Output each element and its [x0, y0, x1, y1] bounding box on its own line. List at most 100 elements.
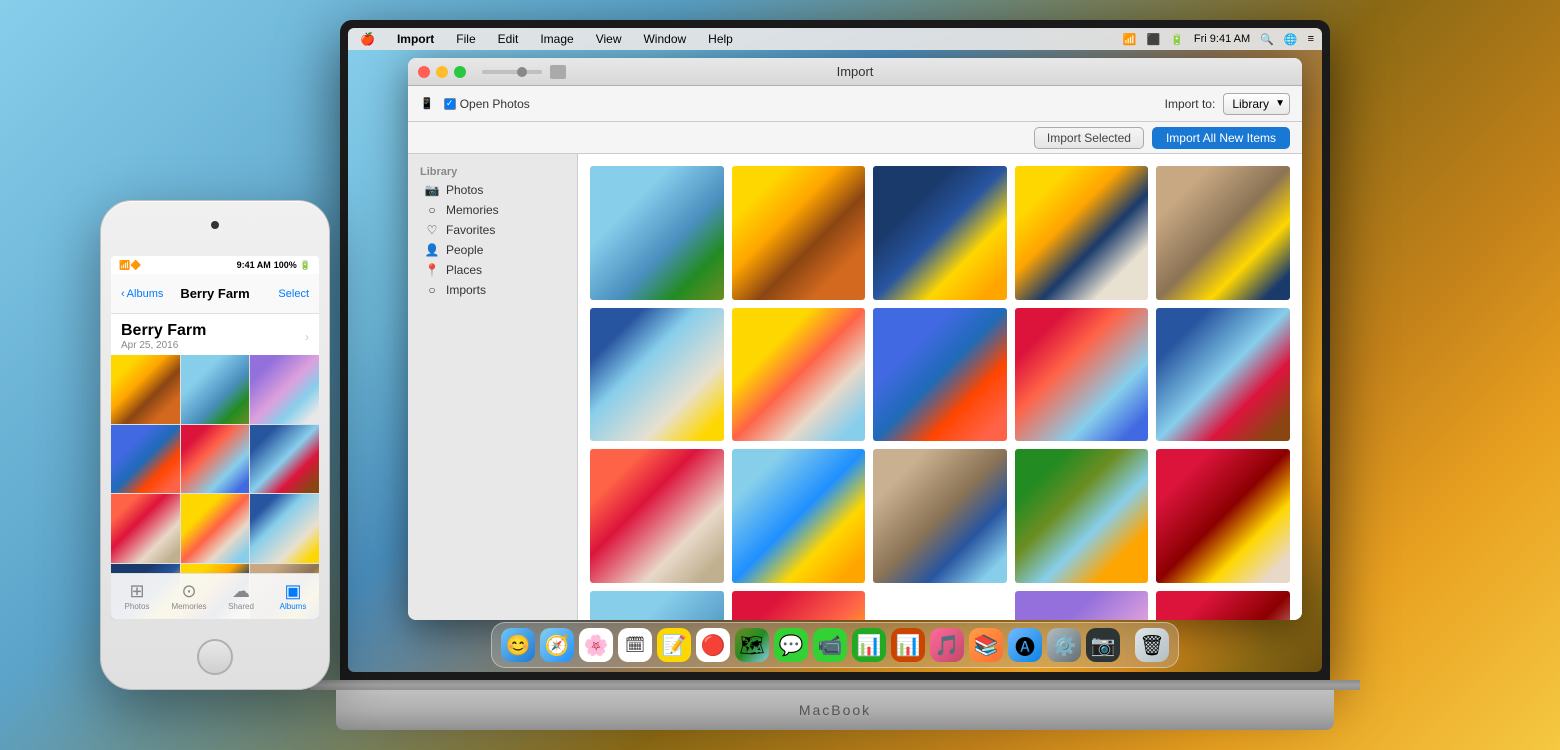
photo-cell[interactable]	[1156, 166, 1290, 300]
dock-icon-numbers[interactable]: 📊	[851, 627, 887, 663]
ios-photo-cell[interactable]	[181, 494, 250, 563]
notification-icon[interactable]: ≡	[1308, 33, 1314, 45]
zoom-slider[interactable]	[482, 70, 542, 74]
dock-icon-keynote[interactable]: 📊	[890, 627, 926, 663]
dock-icon-notes[interactable]: 📝	[656, 627, 692, 663]
dropdown-arrow: ▼	[1275, 98, 1285, 109]
photo-cell[interactable]	[590, 166, 724, 300]
dock-icon-itunes[interactable]: 🎵	[929, 627, 965, 663]
dock-icon-calendar[interactable]: 🗓	[617, 627, 653, 663]
photo-cell[interactable]	[1015, 166, 1149, 300]
ios-photo-cell[interactable]	[250, 355, 319, 424]
sidebar-item-favorites-label: Favorites	[446, 223, 495, 237]
ios-photo-cell[interactable]	[181, 425, 250, 494]
sidebar-item-memories[interactable]: ○ Memories	[412, 200, 573, 220]
dock-icon-camera[interactable]: 📷	[1085, 627, 1121, 663]
photo-cell[interactable]	[732, 591, 866, 620]
sidebar-section-library: Library	[408, 162, 577, 180]
sidebar-item-people[interactable]: 👤 People	[412, 240, 573, 260]
close-button[interactable]	[418, 66, 430, 78]
edit-menu[interactable]: Edit	[494, 32, 523, 46]
dock-icon-reminders[interactable]: 🔴	[695, 627, 731, 663]
ios-photo-cell[interactable]	[111, 355, 180, 424]
photo-cell[interactable]	[1156, 308, 1290, 442]
menu-bar-right: 📶 ⬛ 🔋 Fri 9:41 AM 🔍 🌐 ≡	[1123, 33, 1314, 46]
view-toggle[interactable]	[550, 65, 566, 79]
apple-menu[interactable]: 🍎	[356, 32, 379, 46]
dock-icon-appstore[interactable]: 🅐	[1007, 627, 1043, 663]
open-photos-checkbox-label[interactable]: Open Photos	[444, 97, 530, 111]
dock-icon-facetime[interactable]: 📹	[812, 627, 848, 663]
photo-cell[interactable]	[873, 308, 1007, 442]
import-to-dropdown[interactable]: Library ▼	[1223, 93, 1290, 115]
dock-icon-ibooks[interactable]: 📚	[968, 627, 1004, 663]
iphone-home-button[interactable]	[197, 639, 233, 675]
macbook: 🍎 Import File Edit Image View Window Hel…	[310, 20, 1360, 740]
ios-photo-cell[interactable]	[250, 494, 319, 563]
macos-desktop: 🍎 Import File Edit Image View Window Hel…	[348, 28, 1322, 672]
view-menu[interactable]: View	[592, 32, 626, 46]
ios-photo-cell[interactable]	[181, 355, 250, 424]
open-photos-checkbox[interactable]	[444, 98, 456, 110]
photo-cell[interactable]	[590, 449, 724, 583]
ios-tab-shared[interactable]: ☁ Shared	[215, 574, 267, 619]
airplay-icon: ⬛	[1147, 33, 1161, 46]
photo-cell[interactable]	[590, 308, 724, 442]
import-all-button[interactable]: Import All New Items	[1152, 127, 1290, 149]
ios-back-button[interactable]: ‹ Albums	[121, 288, 163, 300]
battery-icon: 🔋	[1170, 33, 1184, 46]
search-icon[interactable]: 🔍	[1260, 33, 1274, 46]
menu-bar-left: 🍎 Import File Edit Image View Window Hel…	[356, 32, 737, 46]
photo-grid	[578, 154, 1302, 620]
sidebar-item-places[interactable]: 📍 Places	[412, 260, 573, 280]
dock-icon-finder[interactable]: 😊	[500, 627, 536, 663]
app-name-menu[interactable]: Import	[393, 32, 438, 46]
photo-cell[interactable]	[1156, 449, 1290, 583]
photo-cell-empty	[873, 591, 1007, 620]
photo-cell[interactable]	[1015, 591, 1149, 620]
sidebar-item-people-label: People	[446, 243, 483, 257]
photo-cell[interactable]	[873, 166, 1007, 300]
sidebar-item-favorites[interactable]: ♡ Favorites	[412, 220, 573, 240]
ios-tab-memories[interactable]: ⊙ Memories	[163, 574, 215, 619]
photo-cell[interactable]	[1156, 591, 1290, 620]
ios-select-button[interactable]: Select	[278, 288, 309, 300]
import-to-label: Import to:	[1165, 97, 1216, 111]
ios-tab-shared-label: Shared	[228, 602, 254, 611]
iphone-vol-up-button[interactable]	[100, 301, 101, 325]
sidebar-item-imports[interactable]: ○ Imports	[412, 280, 573, 300]
dock-icon-maps[interactable]: 🗺	[734, 627, 770, 663]
iphone-power-button[interactable]	[329, 321, 330, 361]
dock-icon-messages[interactable]: 💬	[773, 627, 809, 663]
dock-icon-photos[interactable]: 🌸	[578, 627, 614, 663]
dock-icon-sysprefs[interactable]: ⚙️	[1046, 627, 1082, 663]
image-menu[interactable]: Image	[536, 32, 577, 46]
ios-tab-photos[interactable]: ⊞ Photos	[111, 574, 163, 619]
help-menu[interactable]: Help	[704, 32, 737, 46]
ios-tab-albums[interactable]: ▣ Albums	[267, 574, 319, 619]
sidebar-item-places-label: Places	[446, 263, 482, 277]
window-menu[interactable]: Window	[639, 32, 690, 46]
dock-icon-trash[interactable]: 🗑	[1134, 627, 1170, 663]
ios-photo-cell[interactable]	[111, 425, 180, 494]
dock-divider	[1127, 633, 1128, 663]
ios-photo-cell[interactable]	[250, 425, 319, 494]
photo-cell[interactable]	[873, 449, 1007, 583]
photo-cell[interactable]	[732, 308, 866, 442]
dock-icon-safari[interactable]: 🧭	[539, 627, 575, 663]
import-selected-button[interactable]: Import Selected	[1034, 127, 1144, 149]
ios-back-label: Albums	[127, 288, 164, 300]
photo-cell[interactable]	[732, 449, 866, 583]
ios-photo-cell[interactable]	[111, 494, 180, 563]
iphone-vol-down-button[interactable]	[100, 336, 101, 372]
sidebar-item-photos[interactable]: 📷 Photos	[412, 180, 573, 200]
maximize-button[interactable]	[454, 66, 466, 78]
minimize-button[interactable]	[436, 66, 448, 78]
photo-cell[interactable]	[1015, 308, 1149, 442]
file-menu[interactable]: File	[452, 32, 479, 46]
photo-cell[interactable]	[732, 166, 866, 300]
memories-sidebar-icon: ○	[424, 203, 440, 217]
photo-cell[interactable]	[1015, 449, 1149, 583]
photo-cell[interactable]	[590, 591, 724, 620]
siri-icon[interactable]: 🌐	[1284, 33, 1298, 46]
